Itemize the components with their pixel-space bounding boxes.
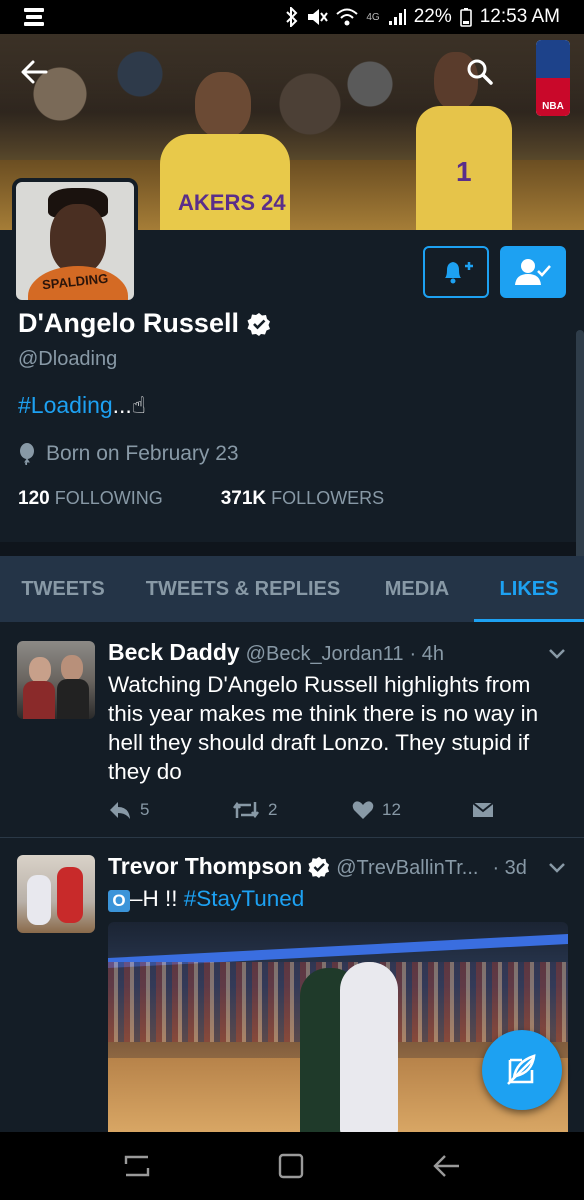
signal-icon (388, 9, 406, 25)
follow-stats: 120 FOLLOWING 371K FOLLOWERS (18, 488, 384, 510)
clock: 12:53 AM (479, 6, 560, 27)
profile-avatar[interactable]: SPALDING (12, 178, 138, 304)
bell-plus-icon (445, 262, 473, 284)
retweet-icon (233, 801, 259, 819)
verified-badge-icon (247, 312, 270, 336)
back-button[interactable] (12, 50, 56, 94)
like-count: 12 (382, 800, 401, 819)
bluetooth-icon (286, 7, 298, 27)
bio-suffix: ...☝ (112, 392, 146, 418)
tab-tweets-replies[interactable]: TWEETS & REPLIES (126, 556, 360, 622)
profile-birthday: Born on February 23 (18, 442, 239, 466)
retweet-action[interactable]: 2 (232, 800, 352, 820)
profile-name: D'Angelo Russell (18, 308, 239, 338)
home-icon[interactable] (278, 1153, 304, 1179)
profile-bio: #Loading...☝ (18, 392, 146, 419)
tweet-time: · 4h (409, 643, 444, 665)
reply-icon (110, 802, 130, 819)
verified-badge-icon (308, 856, 330, 878)
tab-likes[interactable]: LIKES (474, 556, 584, 622)
tweet-hashtag-link[interactable]: #StayTuned (184, 886, 305, 911)
back-arrow-icon (21, 60, 48, 84)
battery-percent: 22% (413, 6, 452, 27)
tweet-author-handle[interactable]: @TrevBallinTr... (336, 857, 478, 880)
network-type: 4G (366, 11, 380, 23)
recent-apps-icon[interactable] (123, 1152, 151, 1180)
mute-icon (308, 9, 329, 25)
tab-tweets[interactable]: TWEETS (0, 556, 126, 622)
compose-tweet-button[interactable] (482, 1030, 562, 1110)
compose-feather-icon (507, 1054, 536, 1085)
message-action[interactable] (472, 801, 494, 819)
system-nav-bar (0, 1132, 584, 1200)
following-label: FOLLOWING (54, 488, 163, 508)
tweet-header: Trevor Thompson @TrevBallinTr... · 3d (108, 853, 527, 880)
following-stat[interactable]: 120 FOLLOWING (18, 488, 163, 510)
tab-media[interactable]: MEDIA (360, 556, 474, 622)
search-button[interactable] (458, 50, 502, 94)
reply-count: 5 (140, 800, 150, 819)
chevron-down-icon[interactable] (546, 856, 568, 878)
profile-tabs: TWEETS TWEETS & REPLIES MEDIA LIKES (0, 556, 584, 622)
direct-message-icon (472, 802, 494, 817)
profile-name-row: D'Angelo Russell (18, 308, 271, 339)
tweet-author-name[interactable]: Beck Daddy (108, 639, 240, 666)
banner-jersey-right: 1 (456, 156, 472, 187)
followers-stat[interactable]: 371K FOLLOWERS (221, 488, 384, 510)
tweet-text: Watching D'Angelo Russell highlights fro… (108, 672, 539, 784)
banner-player-left: AKERS 24 (150, 72, 300, 230)
back-nav-icon[interactable] (431, 1153, 461, 1179)
video-player-white (340, 962, 398, 1134)
search-icon (467, 59, 493, 85)
notifications-button[interactable] (423, 246, 489, 298)
battery-icon (459, 8, 472, 27)
banner-jersey-left: AKERS 24 (178, 190, 286, 215)
tweet-avatar[interactable] (17, 641, 95, 719)
chevron-down-icon[interactable] (546, 642, 568, 664)
tweet-header: Beck Daddy @Beck_Jordan11 · 4h (108, 639, 444, 666)
reply-action[interactable]: 5 (108, 800, 232, 820)
espn-app-icon (24, 8, 44, 26)
following-count: 120 (18, 488, 50, 509)
following-button[interactable] (500, 246, 566, 298)
o-button-emoji: O (108, 890, 130, 912)
tweet-time: · 3d (492, 857, 527, 879)
tweet-avatar[interactable] (17, 855, 95, 933)
retweet-count: 2 (268, 800, 278, 819)
tweet-text-mid: –H !! (130, 886, 184, 911)
user-check-icon (515, 259, 551, 285)
scrollbar[interactable] (576, 330, 584, 570)
followers-label: FOLLOWERS (271, 488, 385, 508)
heart-icon (352, 801, 374, 819)
followers-count: 371K (220, 488, 267, 509)
tweet-card[interactable]: Beck Daddy @Beck_Jordan11 · 4h Watching … (0, 622, 584, 838)
balloon-icon (20, 443, 34, 465)
tweet-actions: 5 2 12 (108, 800, 494, 820)
profile-handle: @Dloading (18, 348, 118, 370)
nba-logo: NBA (536, 40, 570, 116)
birthday-text: Born on February 23 (46, 442, 239, 465)
like-action[interactable]: 12 (352, 800, 472, 820)
tweet-text: O –H !! #StayTuned (108, 884, 570, 913)
wifi-icon (336, 8, 359, 26)
tweet-author-name[interactable]: Trevor Thompson (108, 853, 302, 880)
status-bar: 4G 22% 12:53 AM (0, 0, 584, 34)
bio-hashtag-link[interactable]: #Loading (18, 392, 113, 418)
section-divider (0, 542, 584, 556)
tweet-author-handle[interactable]: @Beck_Jordan11 (246, 643, 404, 666)
